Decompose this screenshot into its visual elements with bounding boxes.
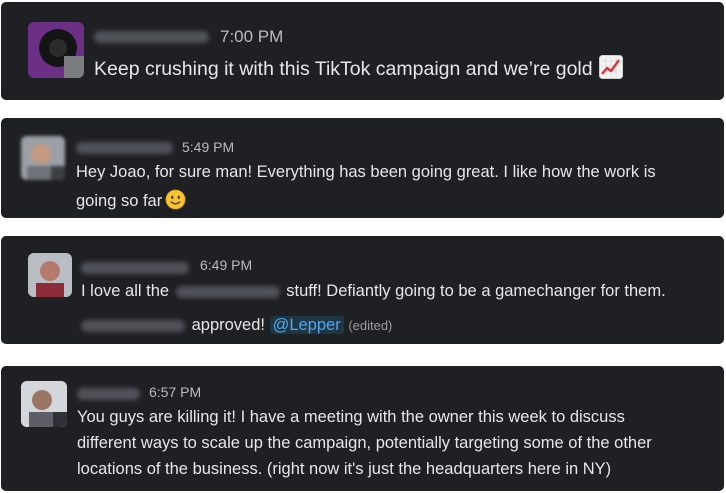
- message-text-line-1: You guys are killing it! I have a meetin…: [77, 408, 625, 426]
- avatar-image: [21, 136, 65, 180]
- avatar-image: [28, 253, 72, 297]
- slightly-smiling-face-icon: [165, 189, 186, 210]
- avatar[interactable]: [21, 381, 67, 427]
- message-timestamp[interactable]: 7:00 PM: [220, 27, 283, 47]
- avatar-image: [21, 381, 67, 427]
- message-text-line-1: Hey Joao, for sure man! Everything has b…: [76, 163, 656, 181]
- message-card-2: 5:49 PM Hey Joao, for sure man! Everythi…: [1, 118, 724, 218]
- sender-name-redacted[interactable]: [81, 262, 189, 274]
- user-mention-link[interactable]: @Lepper: [269, 316, 344, 334]
- message-text-part: approved!: [191, 316, 265, 334]
- message-card-4: 6:57 PM You guys are killing it! I have …: [1, 366, 724, 491]
- edited-label: (edited): [348, 318, 393, 333]
- message-text-line-2: different ways to scale up the campaign,…: [77, 434, 652, 452]
- avatar[interactable]: [28, 253, 72, 297]
- message-text-content: going so far: [76, 192, 163, 210]
- message-text-part: stuff! Defiantly going to be a gamechang…: [286, 282, 666, 300]
- message-timestamp[interactable]: 5:49 PM: [182, 139, 234, 155]
- message-text-part: I love all the: [81, 282, 170, 300]
- message-text-line-1: I love all the stuff! Defiantly going to…: [81, 282, 666, 301]
- sender-name-redacted[interactable]: [77, 388, 140, 400]
- message-text-content: Keep crushing it with this TikTok campai…: [94, 58, 593, 80]
- message-card-1: 7:00 PM Keep crushing it with this TikTo…: [1, 2, 724, 100]
- avatar-image: [28, 22, 84, 78]
- avatar[interactable]: [28, 22, 84, 78]
- message-timestamp[interactable]: 6:49 PM: [200, 257, 252, 273]
- message-timestamp[interactable]: 6:57 PM: [149, 384, 201, 400]
- avatar[interactable]: [21, 136, 65, 180]
- message-text-line-2: going so far: [76, 189, 186, 211]
- sender-name-redacted[interactable]: [94, 31, 209, 43]
- message-text: Keep crushing it with this TikTok campai…: [94, 55, 623, 81]
- message-card-3: 6:49 PM I love all the stuff! Defiantly …: [1, 236, 724, 344]
- message-text-line-3: locations of the business. (right now it…: [77, 460, 612, 478]
- sender-name-redacted[interactable]: [76, 142, 173, 154]
- redacted-text: [81, 319, 185, 332]
- chart-increasing-icon: [598, 55, 623, 79]
- message-text-line-2: approved! @Lepper (edited): [81, 316, 392, 335]
- redacted-text: [175, 285, 280, 298]
